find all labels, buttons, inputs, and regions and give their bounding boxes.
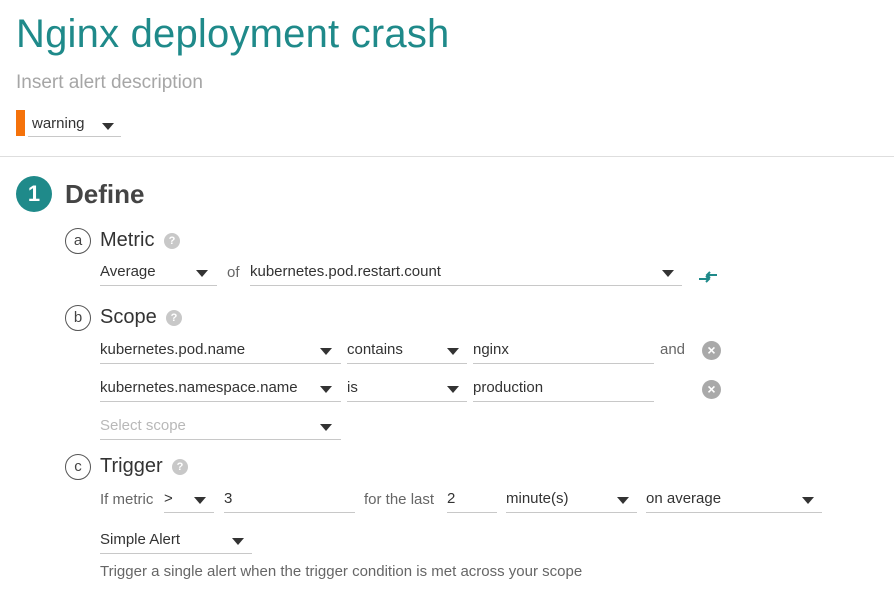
duration-value: 2	[447, 490, 456, 507]
alert-title[interactable]: Nginx deployment crash	[16, 12, 450, 57]
metric-letter-badge: a	[65, 228, 91, 254]
scope-operator-dropdown[interactable]: is	[347, 376, 467, 402]
threshold-input[interactable]: 3	[224, 487, 355, 513]
chevron-down-icon	[447, 386, 459, 393]
duration-input[interactable]: 2	[447, 487, 497, 513]
scope-value-input[interactable]: production	[473, 376, 654, 402]
metric-aggregation-dropdown[interactable]: Average	[100, 260, 217, 286]
scope-letter-badge: b	[65, 305, 91, 331]
trigger-letter-badge: c	[65, 454, 91, 480]
chevron-down-icon	[194, 497, 206, 504]
trigger-aggregation-value: on average	[646, 490, 722, 507]
severity-dropdown[interactable]: warning	[28, 110, 121, 137]
select-scope-dropdown[interactable]: Select scope	[100, 414, 341, 440]
scope-operator-value: is	[347, 379, 358, 396]
metric-heading: Metric	[100, 229, 155, 251]
scope-key-dropdown[interactable]: kubernetes.pod.name	[100, 338, 341, 364]
chevron-down-icon	[196, 270, 208, 277]
scope-value-text: production	[473, 379, 544, 396]
alert-description-input[interactable]: Insert alert description	[16, 72, 203, 94]
scope-value-text: nginx	[473, 341, 509, 358]
section-title-define: Define	[65, 179, 145, 209]
if-metric-label: If metric	[100, 491, 154, 508]
chevron-down-icon	[232, 538, 244, 545]
trigger-hint-text: Trigger a single alert when the trigger …	[100, 563, 583, 580]
scope-operator-value: contains	[347, 341, 403, 358]
alert-type-dropdown[interactable]: Simple Alert	[100, 528, 252, 554]
help-icon[interactable]: ?	[172, 459, 188, 475]
chevron-down-icon	[102, 123, 114, 130]
chevron-down-icon	[320, 348, 332, 355]
trigger-aggregation-dropdown[interactable]: on average	[646, 487, 822, 513]
select-scope-placeholder: Select scope	[100, 417, 186, 434]
chevron-down-icon	[320, 424, 332, 431]
scope-key-value: kubernetes.pod.name	[100, 341, 246, 358]
scope-value-input[interactable]: nginx	[473, 338, 654, 364]
threshold-value: 3	[224, 490, 233, 507]
chevron-down-icon	[447, 348, 459, 355]
time-unit-dropdown[interactable]: minute(s)	[506, 487, 637, 513]
scope-and-label: and	[660, 341, 686, 358]
remove-scope-icon[interactable]: ×	[702, 380, 721, 399]
remove-scope-icon[interactable]: ×	[702, 341, 721, 360]
scope-heading: Scope	[100, 306, 157, 328]
scope-operator-dropdown[interactable]: contains	[347, 338, 467, 364]
chevron-down-icon	[320, 386, 332, 393]
trigger-heading: Trigger	[100, 455, 163, 477]
chevron-down-icon	[662, 270, 674, 277]
chevron-down-icon	[802, 497, 814, 504]
header-divider	[0, 156, 894, 157]
alert-type-value: Simple Alert	[100, 531, 181, 548]
help-icon[interactable]: ?	[166, 310, 182, 326]
severity-color-indicator	[16, 110, 25, 136]
metric-aggregation-value: Average	[100, 263, 156, 280]
help-icon[interactable]: ?	[164, 233, 180, 249]
swap-arrows-icon[interactable]	[697, 268, 719, 286]
scope-key-value: kubernetes.namespace.name	[100, 379, 298, 396]
metric-name-dropdown[interactable]: kubernetes.pod.restart.count	[250, 260, 682, 286]
time-unit-value: minute(s)	[506, 490, 569, 507]
comparator-value: >	[164, 490, 173, 507]
metric-of-label: of	[227, 264, 240, 281]
metric-name-value: kubernetes.pod.restart.count	[250, 263, 441, 280]
scope-key-dropdown[interactable]: kubernetes.namespace.name	[100, 376, 341, 402]
for-the-last-label: for the last	[364, 491, 435, 508]
chevron-down-icon	[617, 497, 629, 504]
step-number-badge: 1	[16, 176, 52, 212]
comparator-dropdown[interactable]: >	[164, 487, 214, 513]
severity-value: warning	[32, 115, 85, 132]
